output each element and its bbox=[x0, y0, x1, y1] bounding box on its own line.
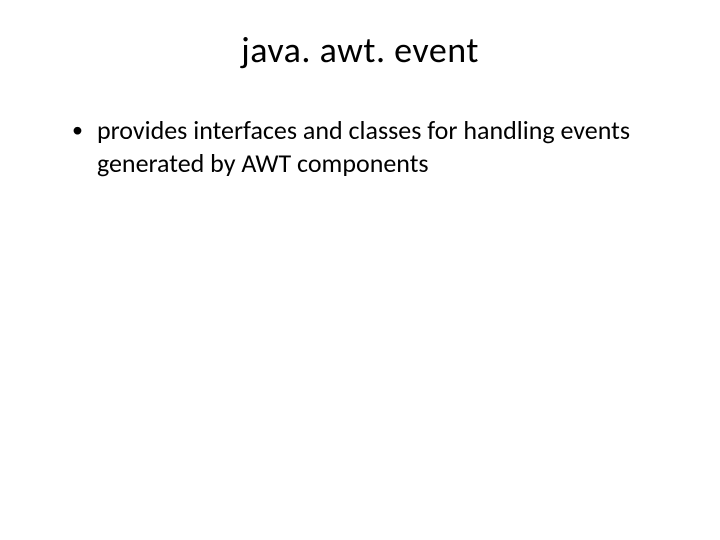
bullet-icon: • bbox=[72, 116, 83, 144]
slide-content: • provides interfaces and classes for ha… bbox=[60, 114, 660, 179]
bullet-text: provides interfaces and classes for hand… bbox=[97, 114, 660, 179]
slide-title: java. awt. event bbox=[60, 28, 660, 72]
list-item: • provides interfaces and classes for ha… bbox=[72, 114, 660, 179]
slide-container: java. awt. event • provides interfaces a… bbox=[0, 0, 720, 540]
